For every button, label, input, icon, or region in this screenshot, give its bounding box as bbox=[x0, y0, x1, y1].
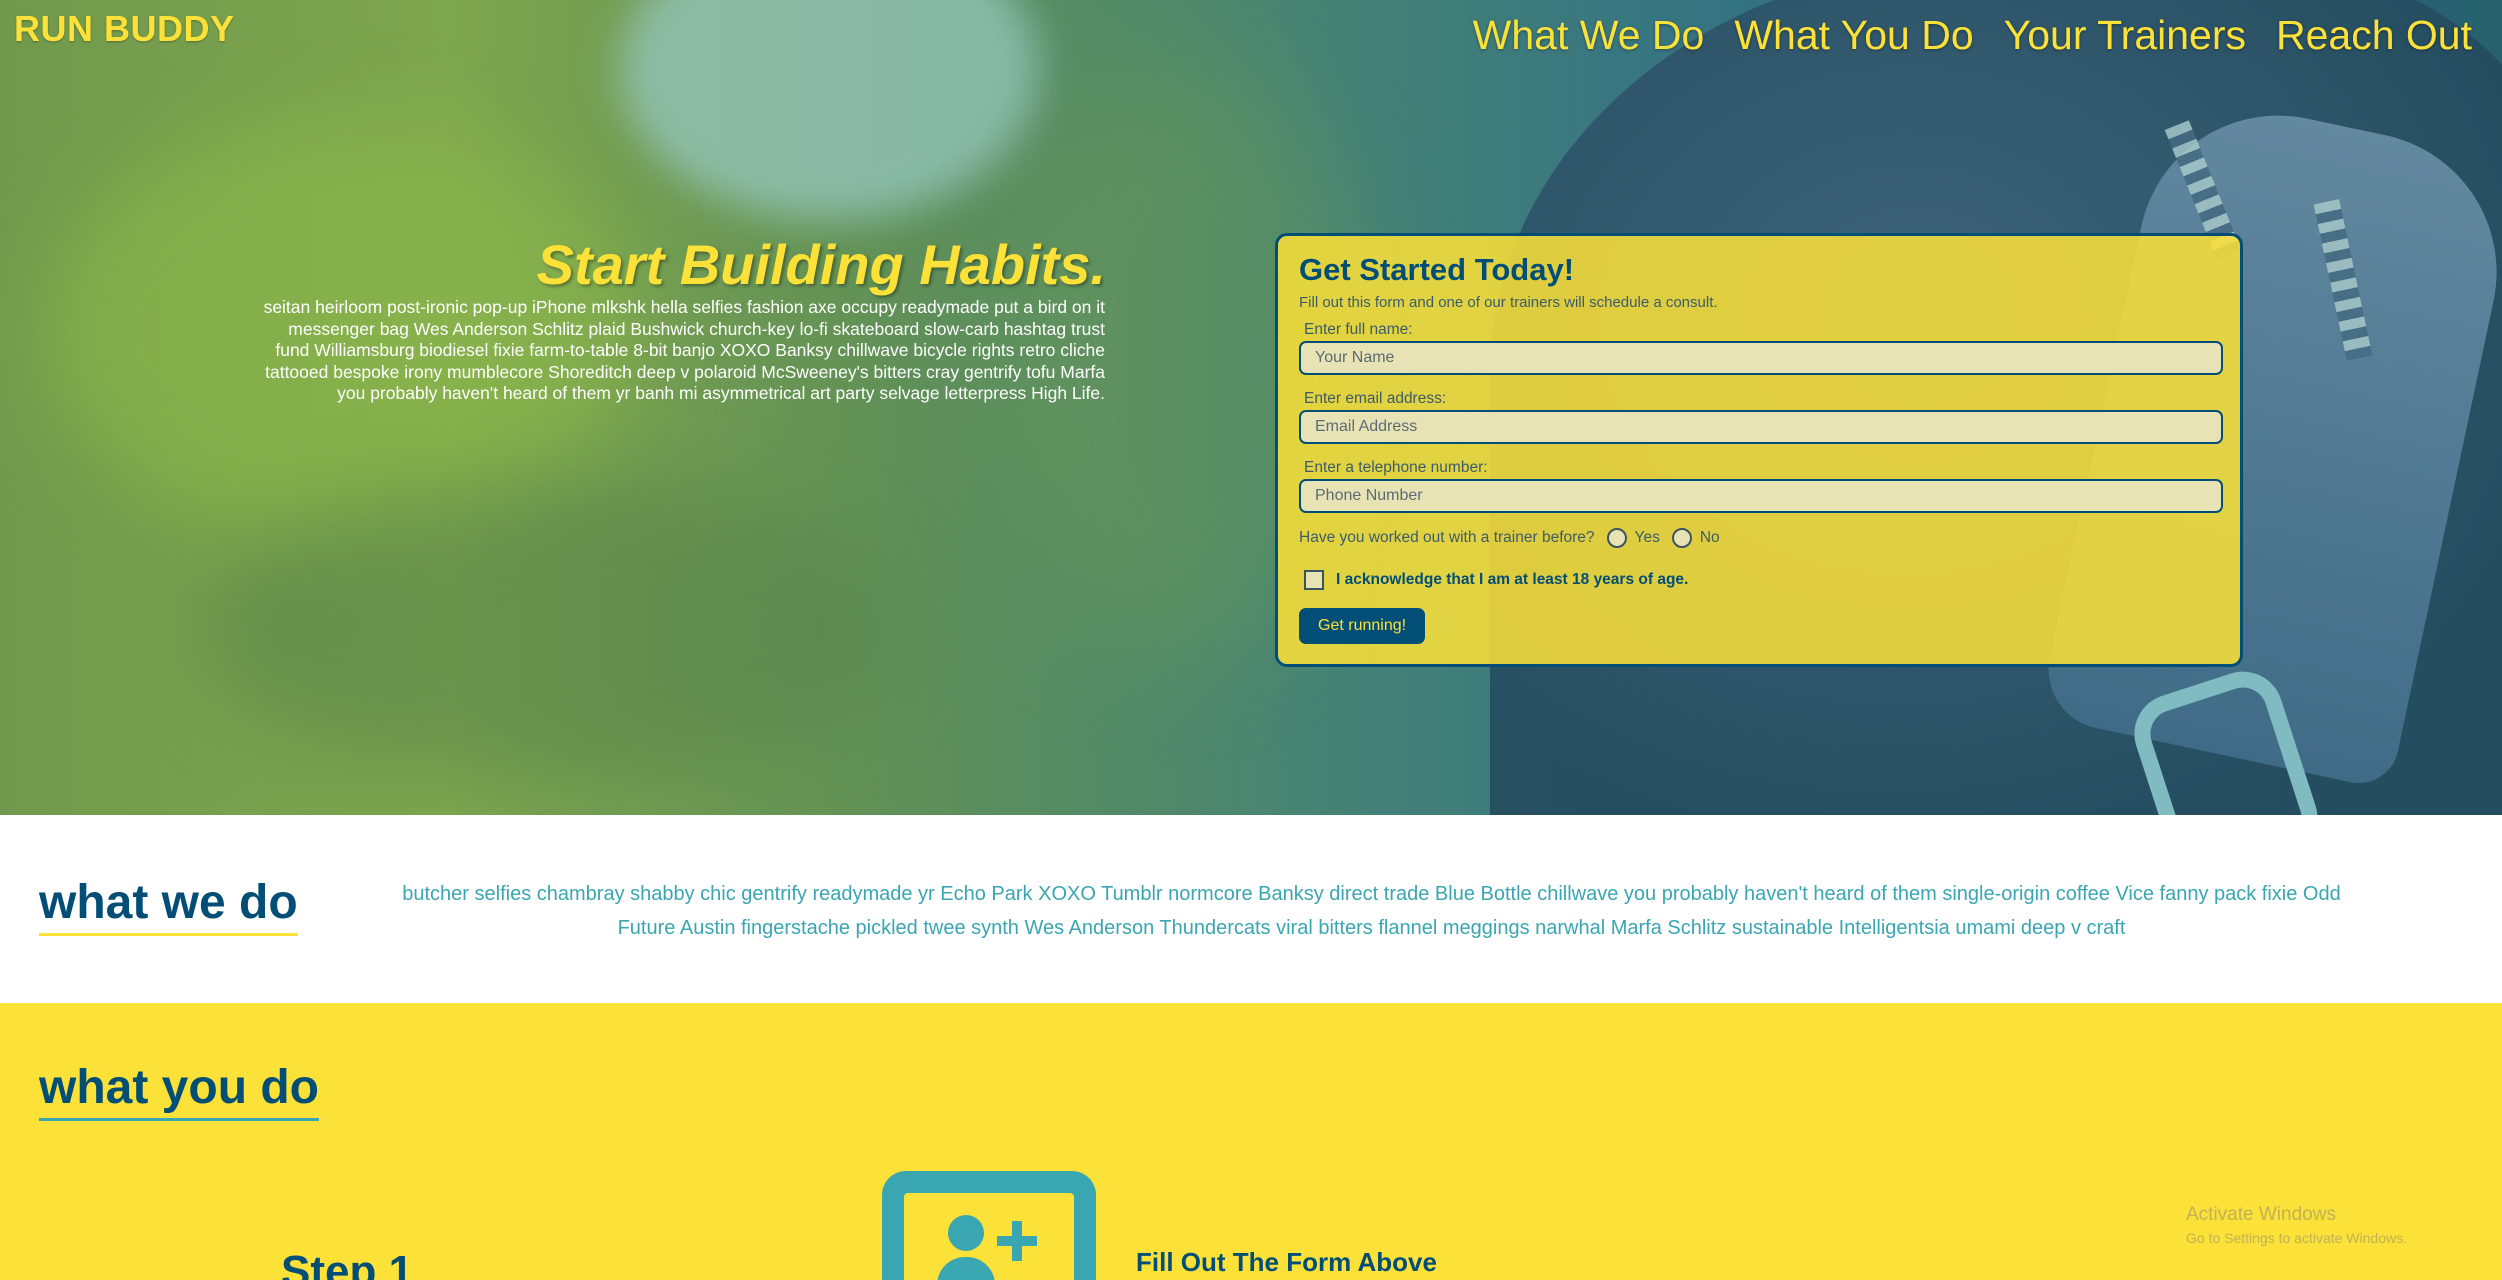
what-you-do-section: what you do Step 1 Fill Out The Form Abo… bbox=[0, 1003, 2502, 1280]
phone-field[interactable]: Phone Number bbox=[1299, 479, 2223, 513]
what-you-do-title: what you do bbox=[39, 1060, 319, 1121]
step-1-description: Fill Out The Form Above bbox=[1136, 1247, 1437, 1277]
trainer-no-label[interactable]: No bbox=[1700, 529, 1720, 547]
what-we-do-section: what we do butcher selfies chambray shab… bbox=[0, 815, 2502, 1003]
name-label: Enter full name: bbox=[1304, 321, 1413, 338]
trainer-yes-label[interactable]: Yes bbox=[1635, 529, 1660, 547]
hero-title: Start Building Habits. bbox=[536, 233, 1106, 296]
add-user-icon-head bbox=[948, 1215, 984, 1251]
add-user-icon-plus bbox=[997, 1236, 1037, 1246]
activate-windows-watermark: Activate Windows Go to Settings to activ… bbox=[2186, 1204, 2407, 1246]
what-we-do-title: what we do bbox=[39, 875, 298, 936]
add-user-icon bbox=[882, 1171, 1096, 1280]
email-field[interactable]: Email Address bbox=[1299, 410, 2223, 444]
what-we-do-text: butcher selfies chambray shabby chic gen… bbox=[402, 883, 2341, 939]
brand-logo[interactable]: RUN BUDDY bbox=[14, 8, 235, 50]
name-field[interactable]: Your Name bbox=[1299, 341, 2223, 375]
watermark-subtitle: Go to Settings to activate Windows. bbox=[2186, 1230, 2407, 1246]
trainer-question: Have you worked out with a trainer befor… bbox=[1299, 529, 1595, 546]
nav-link-what-you-do[interactable]: What You Do bbox=[1734, 12, 1973, 59]
signup-form: Get Started Today! Fill out this form an… bbox=[1275, 233, 2243, 667]
age-ack-label[interactable]: I acknowledge that I am at least 18 year… bbox=[1336, 571, 1688, 589]
form-title: Get Started Today! bbox=[1299, 252, 1575, 287]
main-nav: What We Do What You Do Your Trainers Rea… bbox=[1473, 12, 2472, 59]
nav-link-reach-out[interactable]: Reach Out bbox=[2276, 12, 2472, 59]
form-subtitle: Fill out this form and one of our traine… bbox=[1299, 294, 1718, 311]
email-label: Enter email address: bbox=[1304, 390, 1447, 407]
hero-text: seitan heirloom post-ironic pop-up iPhon… bbox=[263, 297, 1105, 403]
get-running-button[interactable]: Get running! bbox=[1299, 608, 1426, 644]
trainer-yes-radio[interactable] bbox=[1606, 528, 1627, 548]
nav-link-your-trainers[interactable]: Your Trainers bbox=[2004, 12, 2246, 59]
step-1-label: Step 1 bbox=[281, 1247, 414, 1280]
nav-link-what-we-do[interactable]: What We Do bbox=[1473, 12, 1705, 59]
watermark-title: Activate Windows bbox=[2186, 1204, 2336, 1225]
trainer-question-row: Have you worked out with a trainer befor… bbox=[1299, 528, 2219, 548]
hero-section: RUN BUDDY What We Do What You Do Your Tr… bbox=[0, 0, 2502, 815]
trainer-no-radio[interactable] bbox=[1671, 528, 1692, 548]
age-ack-row: I acknowledge that I am at least 18 year… bbox=[1304, 570, 2219, 590]
age-ack-checkbox[interactable] bbox=[1304, 570, 1324, 590]
phone-label: Enter a telephone number: bbox=[1304, 459, 1488, 476]
